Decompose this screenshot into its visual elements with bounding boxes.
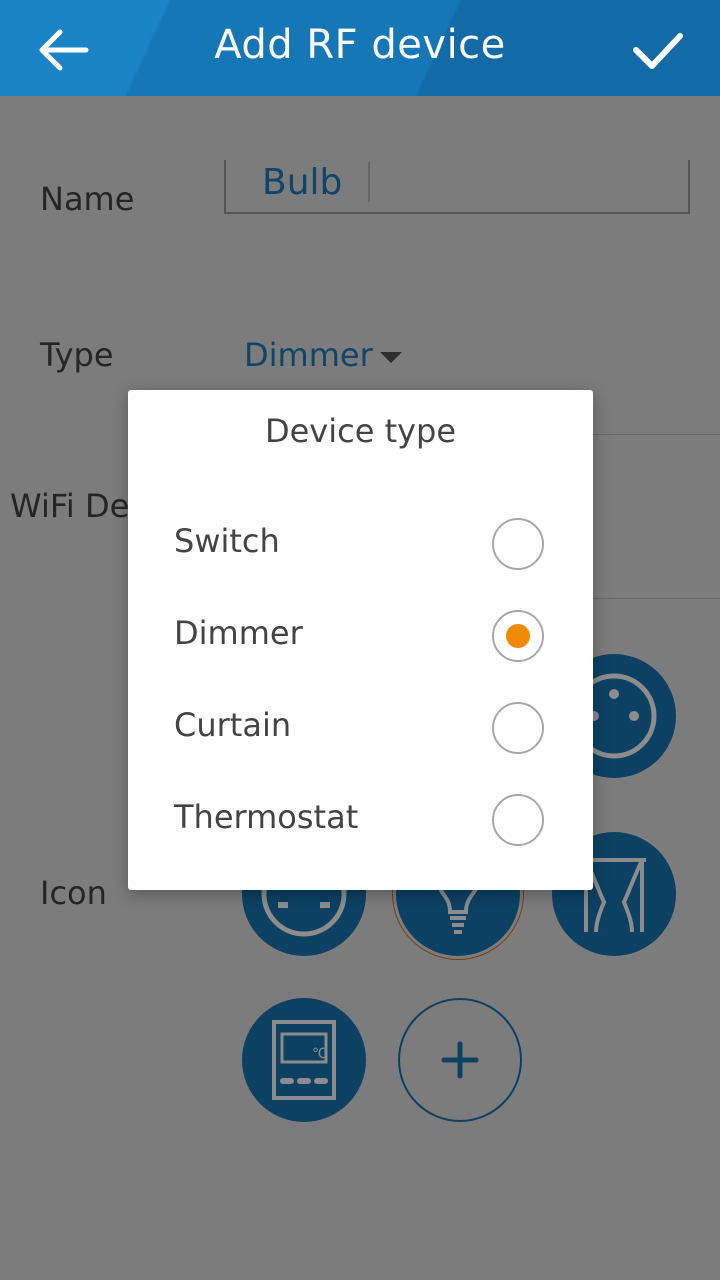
option-curtain[interactable]: Curtain	[128, 684, 593, 774]
option-label: Dimmer	[174, 614, 303, 652]
option-label: Switch	[174, 522, 280, 560]
option-dimmer[interactable]: Dimmer	[128, 592, 593, 682]
radio-button[interactable]	[492, 794, 544, 846]
option-switch[interactable]: Switch	[128, 500, 593, 590]
confirm-button[interactable]	[628, 20, 688, 80]
radio-button[interactable]	[492, 702, 544, 754]
app-header: Add RF device	[0, 0, 720, 96]
radio-selected-dot	[506, 624, 530, 648]
radio-button[interactable]	[492, 610, 544, 662]
page-title: Add RF device	[214, 22, 506, 68]
radio-button[interactable]	[492, 518, 544, 570]
option-label: Thermostat	[174, 798, 359, 836]
checkmark-icon	[633, 33, 683, 69]
dialog-title: Device type	[264, 412, 457, 450]
option-label: Curtain	[174, 706, 292, 744]
device-type-dialog: Device type Switch Dimmer Curtain Thermo…	[128, 390, 593, 890]
option-thermostat[interactable]: Thermostat	[128, 776, 593, 866]
